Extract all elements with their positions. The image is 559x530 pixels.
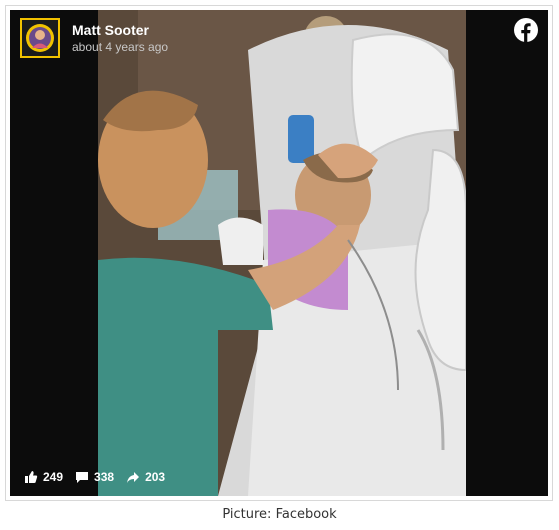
post-photo[interactable] [98,10,466,496]
avatar-image [26,24,54,52]
embedded-post-frame: Matt Sooter about 4 years ago 249 338 20… [5,5,553,501]
share-arrow-icon [127,472,140,483]
facebook-post: Matt Sooter about 4 years ago 249 338 20… [10,10,548,496]
author-block: Matt Sooter about 4 years ago [72,22,168,55]
comment-icon [76,472,89,483]
post-header: Matt Sooter about 4 years ago [20,18,168,58]
avatar[interactable] [20,18,60,58]
comment-count: 338 [94,470,115,484]
post-timestamp[interactable]: about 4 years ago [72,39,168,55]
thumbs-up-icon [25,471,38,483]
author-name[interactable]: Matt Sooter [72,22,168,39]
photo-illustration [98,10,466,496]
like-count-stat[interactable]: 249 [24,470,63,484]
post-stats-bar: 249 338 203 [24,470,177,484]
facebook-icon[interactable] [514,18,538,42]
image-caption: Picture: Facebook [222,507,337,522]
comment-count-stat[interactable]: 338 [75,470,114,484]
share-count: 203 [145,470,166,484]
share-count-stat[interactable]: 203 [126,470,165,484]
like-count: 249 [43,470,64,484]
